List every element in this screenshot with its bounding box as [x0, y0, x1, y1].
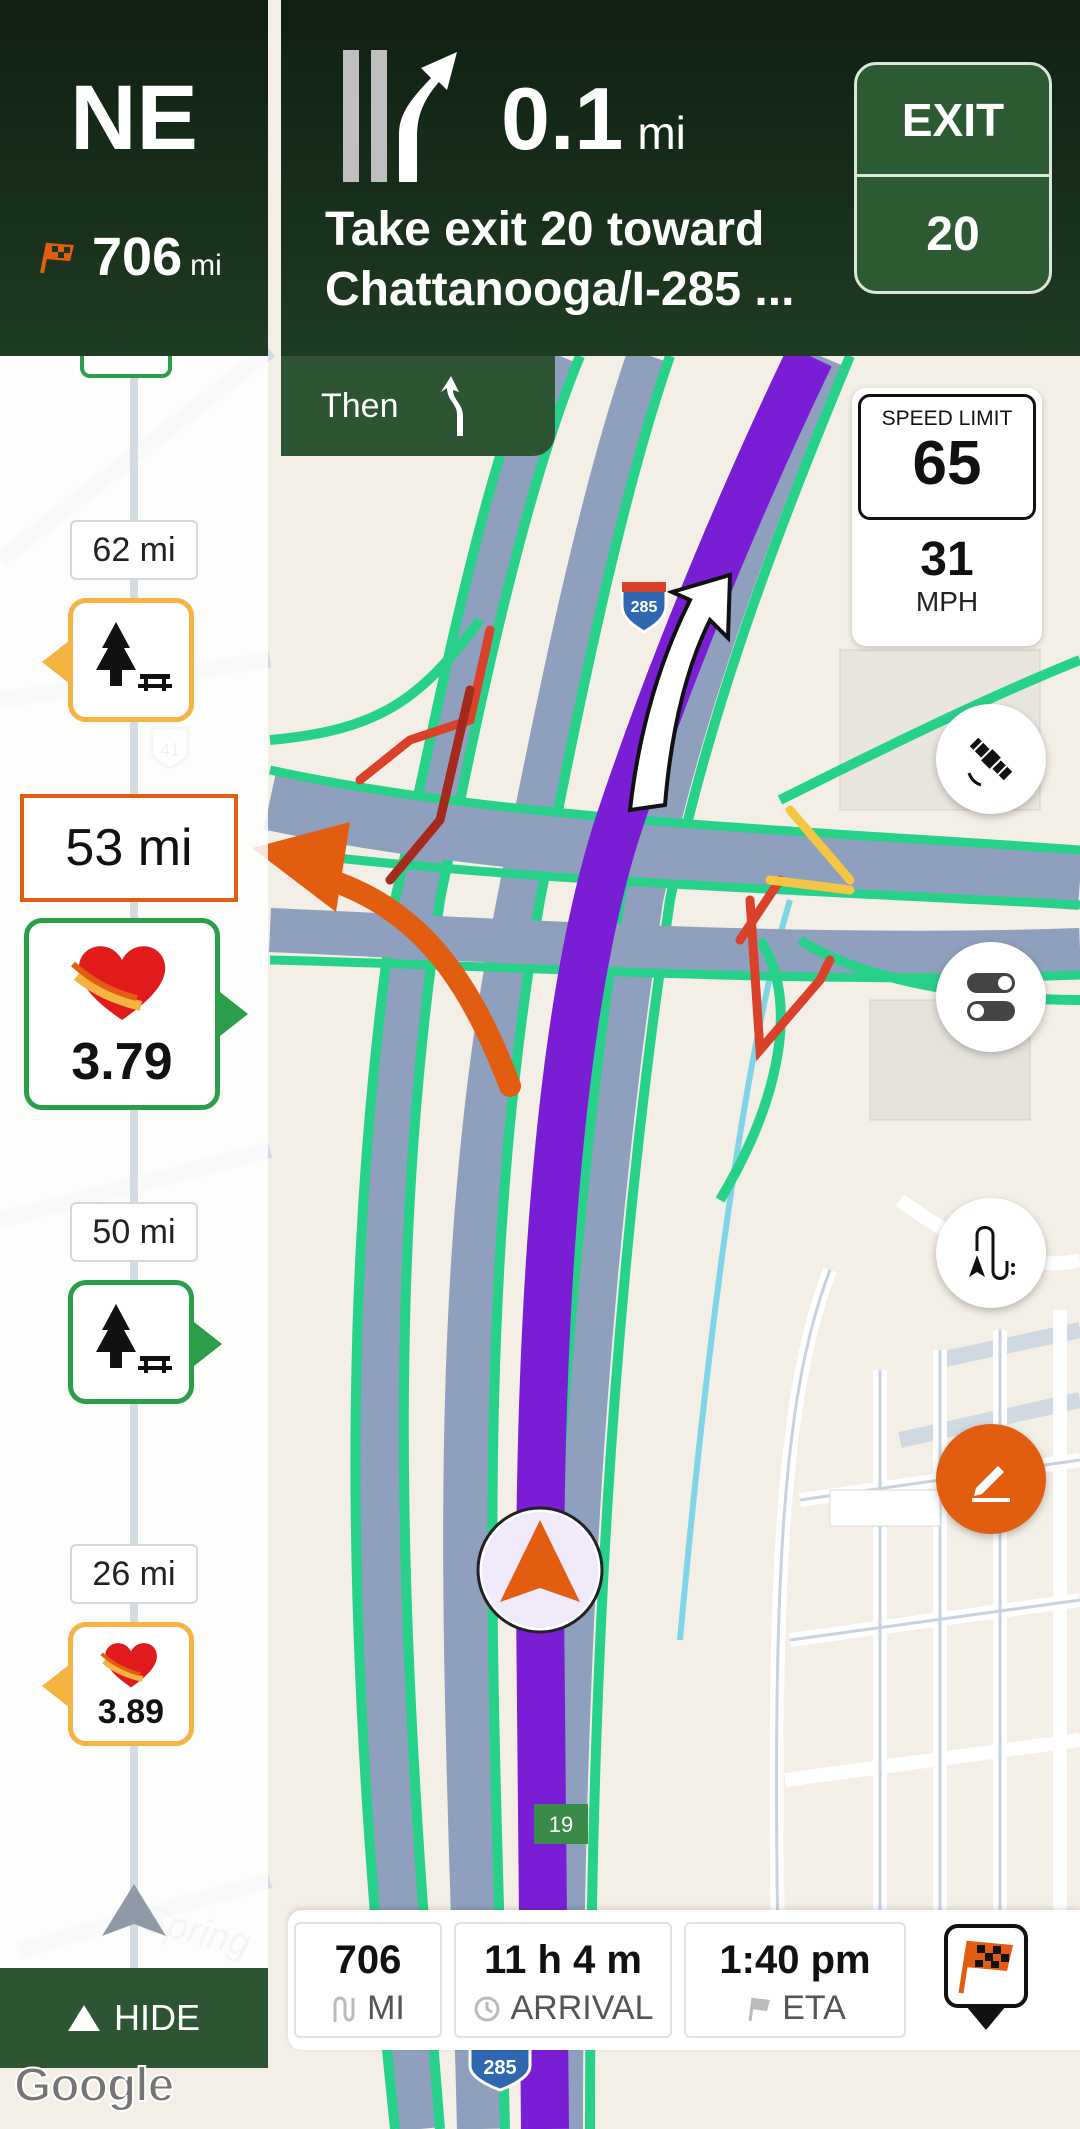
- poi-card-rest-area-50[interactable]: [68, 1280, 194, 1404]
- instruction-distance-value: 0.1: [501, 69, 624, 168]
- svg-text:19: 19: [549, 1812, 573, 1837]
- poi-card-partial[interactable]: [80, 356, 172, 378]
- rest-area-icon: [96, 622, 172, 691]
- compass-direction: NE: [70, 67, 198, 169]
- gas-price-26: 3.89: [97, 1692, 165, 1731]
- current-speed-value: 31: [920, 533, 974, 586]
- speed-limit-value: 65: [912, 429, 982, 498]
- flag-icon: [748, 1997, 771, 2021]
- poi-pointer: [42, 1664, 70, 1708]
- exit-marker-19: 19: [534, 1804, 588, 1844]
- heart-gas-icon: [100, 1642, 157, 1687]
- svg-text:285: 285: [483, 2057, 516, 2079]
- trip-eta-label: ETA: [782, 1989, 846, 2027]
- satellite-icon: [967, 737, 1013, 787]
- instruction-distance: 0.1 mi: [501, 68, 686, 170]
- clock-icon: [474, 1996, 499, 2021]
- hide-label: HIDE: [113, 1997, 200, 2038]
- poi-distance-26: 26 mi: [70, 1544, 198, 1604]
- poi-card-gas-53[interactable]: 3.79: [24, 918, 220, 1110]
- checkered-flag-icon: [958, 1940, 1013, 1994]
- instruction-line-1: Take exit 20 toward: [325, 203, 765, 256]
- exit-label: EXIT: [857, 65, 1049, 177]
- trip-stat-arrival[interactable]: 11 h 4 m ARRIVAL: [454, 1922, 672, 2038]
- poi-card-rest-area-62[interactable]: [68, 598, 194, 722]
- speed-panel: SPEED LIMIT 65 31 MPH: [852, 388, 1042, 646]
- satellite-button[interactable]: [936, 704, 1046, 814]
- current-location-marker: [476, 1506, 604, 1634]
- trip-distance-label: MI: [367, 1989, 405, 2027]
- trip-arrival-value: 11 h 4 m: [484, 1938, 642, 1982]
- instruction-line-2: Chattanooga/I-285 ...: [325, 263, 795, 316]
- poi-pointer: [220, 992, 248, 1036]
- route-overview-button[interactable]: [936, 1198, 1046, 1308]
- trip-eta-value: 1:40 pm: [719, 1938, 871, 1982]
- speed-limit-sign: SPEED LIMIT 65: [858, 394, 1036, 520]
- map-attribution: Google: [13, 2058, 175, 2113]
- current-speed: 31 MPH: [852, 534, 1042, 618]
- poi-card-gas-26[interactable]: 3.89: [68, 1622, 194, 1746]
- toggle-layers-button[interactable]: [936, 942, 1046, 1052]
- exit-sign: EXIT 20: [854, 62, 1052, 294]
- sidebar-current-position-icon: [102, 1884, 166, 1936]
- trip-stat-eta[interactable]: 1:40 pm ETA: [684, 1922, 906, 2038]
- heart-gas-icon: [70, 946, 166, 1020]
- svg-text:285: 285: [631, 599, 658, 616]
- edit-button[interactable]: [936, 1424, 1046, 1534]
- poi-distance-62: 62 mi: [70, 520, 198, 580]
- pencil-icon: [972, 1466, 1010, 1502]
- trip-arrival-label: ARRIVAL: [510, 1989, 654, 2027]
- trip-stat-distance[interactable]: 706 MI: [294, 1922, 442, 2038]
- current-speed-unit: MPH: [915, 586, 979, 617]
- route-overview-icon: [969, 1226, 1015, 1280]
- route-distance-icon: [333, 1996, 355, 2022]
- instruction-distance-unit: mi: [637, 107, 686, 159]
- speed-limit-label: SPEED LIMIT: [881, 407, 1013, 430]
- keep-left-arrow-icon: [440, 376, 463, 436]
- then-label: Then: [321, 386, 399, 425]
- heading-panel: NE 706 mi: [0, 0, 268, 356]
- instruction-panel[interactable]: 0.1 mi Take exit 20 toward Chattanooga/I…: [281, 0, 1080, 356]
- exit-number: 20: [926, 207, 980, 261]
- toggle-switch-icon: [967, 973, 1015, 1021]
- poi-pointer: [194, 1322, 222, 1366]
- checkered-flag-icon: [40, 242, 74, 274]
- poi-pointer: [42, 640, 70, 684]
- remaining-distance: 706 mi: [38, 226, 222, 288]
- exit-right-lane-icon: [343, 50, 457, 182]
- instruction-text: Take exit 20 toward Chattanooga/I-285 ..…: [325, 200, 865, 320]
- poi-distance-50: 50 mi: [70, 1202, 198, 1262]
- remaining-value: 706: [92, 227, 183, 287]
- hide-sidebar-button[interactable]: HIDE: [0, 1968, 268, 2068]
- rest-area-icon: [96, 1304, 172, 1373]
- poi-distance-53-highlighted: 53 mi: [20, 794, 238, 902]
- triangle-up-icon: [67, 2005, 100, 2031]
- destination-button[interactable]: [944, 1924, 1028, 2008]
- gas-price-53: 3.79: [71, 1033, 173, 1091]
- remaining-unit: mi: [190, 249, 222, 282]
- destination-pointer: [966, 2006, 1006, 2030]
- trip-distance-value: 706: [334, 1938, 402, 1982]
- then-maneuver[interactable]: Then: [281, 356, 555, 456]
